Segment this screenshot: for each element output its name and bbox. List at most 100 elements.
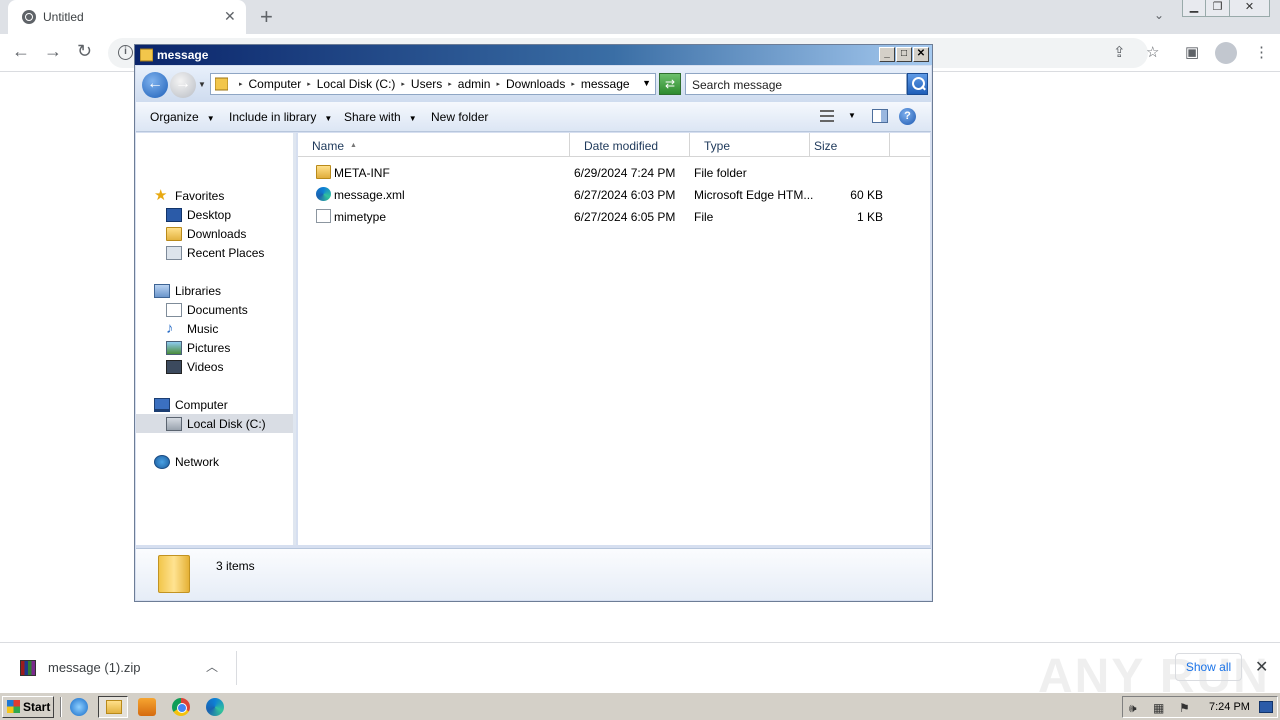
chevron-down-icon[interactable]: ▼ xyxy=(848,111,856,120)
refresh-icon[interactable]: ⇄ xyxy=(659,73,681,95)
close-icon[interactable]: ✕ xyxy=(1255,657,1268,677)
show-desktop-icon[interactable] xyxy=(1259,701,1273,713)
pictures-icon xyxy=(166,340,182,355)
profile-avatar-icon[interactable] xyxy=(1215,42,1237,64)
chevron-down-icon: ▼ xyxy=(206,114,215,123)
speaker-icon[interactable]: 🕪 xyxy=(1129,701,1137,716)
breadcrumb-admin[interactable]: admin xyxy=(458,77,491,91)
show-all-button[interactable]: Show all xyxy=(1175,653,1242,681)
new-folder-button[interactable]: New folder xyxy=(431,110,488,124)
reload-icon[interactable]: ↻ xyxy=(77,41,92,62)
nav-downloads[interactable]: Downloads xyxy=(136,224,293,243)
caption-buttons: _ □ ✕ xyxy=(879,47,929,62)
side-panel-icon[interactable]: ▣ xyxy=(1185,43,1199,61)
tab-close-icon[interactable]: ✕ xyxy=(224,8,236,25)
minimize-icon[interactable]: _ xyxy=(879,47,895,62)
nav-desktop[interactable]: Desktop xyxy=(136,205,293,224)
share-icon[interactable]: ⇪ xyxy=(1113,43,1126,61)
winrar-archive-icon xyxy=(20,660,36,676)
globe-icon xyxy=(22,10,36,24)
file-row[interactable]: message.xml 6/27/2024 6:03 PM Microsoft … xyxy=(298,183,930,205)
chevron-right-icon[interactable]: ▸ xyxy=(448,80,452,88)
column-type[interactable]: Type xyxy=(690,133,810,157)
explorer-titlebar[interactable]: message _ □ ✕ xyxy=(135,45,932,65)
file-row[interactable]: META-INF 6/29/2024 7:24 PM File folder xyxy=(298,161,930,183)
back-arrow-icon[interactable]: ← xyxy=(12,41,30,62)
forward-arrow-icon[interactable]: → xyxy=(44,41,62,62)
windows-explorer-taskbar-button[interactable] xyxy=(98,696,128,718)
minimize-icon[interactable]: ▁ xyxy=(1182,0,1206,17)
music-note-icon: ♪ xyxy=(166,319,174,337)
desktop-icon xyxy=(166,207,182,222)
history-dropdown-icon[interactable]: ▼ xyxy=(198,80,206,89)
nav-network[interactable]: Network xyxy=(136,452,293,471)
breadcrumb-message[interactable]: message xyxy=(581,77,630,91)
breadcrumb-local-disk[interactable]: Local Disk (C:) xyxy=(317,77,396,91)
column-date-modified[interactable]: Date modified xyxy=(570,133,690,157)
breadcrumb-computer[interactable]: Computer xyxy=(249,77,302,91)
nav-network-label: Network xyxy=(175,454,220,469)
back-arrow-icon[interactable]: ← xyxy=(142,72,168,98)
chevron-right-icon[interactable]: ▸ xyxy=(401,80,405,88)
include-in-library-button[interactable]: Include in library ▼ xyxy=(229,110,332,124)
start-button[interactable]: Start xyxy=(2,696,54,718)
nav-videos[interactable]: Videos xyxy=(136,357,293,376)
info-icon[interactable]: i xyxy=(118,45,133,60)
nav-documents[interactable]: Documents xyxy=(136,300,293,319)
chevron-right-icon[interactable]: ▸ xyxy=(239,80,243,88)
chevron-up-icon[interactable]: ︿ xyxy=(206,658,218,675)
chevron-down-icon[interactable]: ▼ xyxy=(642,78,651,88)
window-controls: ▁ ❐ ✕ xyxy=(1182,0,1270,18)
search-icon[interactable] xyxy=(907,73,928,95)
nav-favorites[interactable]: ★ Favorites xyxy=(136,186,293,205)
column-size[interactable]: Size xyxy=(810,133,890,157)
nav-pictures[interactable]: Pictures xyxy=(136,338,293,357)
chevron-down-icon[interactable]: ⌄ xyxy=(1154,8,1164,22)
search-input[interactable]: Search message xyxy=(685,73,907,95)
forward-arrow-icon[interactable]: → xyxy=(170,72,196,98)
download-filename[interactable]: message (1).zip xyxy=(48,660,140,675)
chevron-right-icon[interactable]: ▸ xyxy=(571,80,575,88)
share-with-button[interactable]: Share with ▼ xyxy=(344,110,417,124)
chrome-icon[interactable] xyxy=(172,698,190,716)
media-player-icon[interactable] xyxy=(138,698,156,716)
chevron-right-icon[interactable]: ▸ xyxy=(307,80,311,88)
nav-local-disk[interactable]: Local Disk (C:) xyxy=(136,414,293,433)
breadcrumb: ▸ Computer ▸ Local Disk (C:) ▸ Users ▸ a… xyxy=(233,77,630,91)
chevron-right-icon[interactable]: ▸ xyxy=(496,80,500,88)
organize-label: Organize xyxy=(150,110,199,124)
view-details-icon[interactable] xyxy=(820,110,834,122)
kebab-menu-icon[interactable]: ⋮ xyxy=(1254,43,1269,61)
nav-recent-places-label: Recent Places xyxy=(187,245,265,260)
clock[interactable]: 7:24 PM xyxy=(1209,701,1250,713)
file-date: 6/29/2024 7:24 PM xyxy=(574,166,676,180)
star-icon[interactable]: ☆ xyxy=(1146,43,1159,61)
help-icon[interactable]: ? xyxy=(899,108,916,125)
nav-libraries[interactable]: Libraries xyxy=(136,281,293,300)
nav-music[interactable]: ♪ Music xyxy=(136,319,293,338)
nav-recent-places[interactable]: Recent Places xyxy=(136,243,293,262)
maximize-icon[interactable]: □ xyxy=(896,47,912,62)
breadcrumb-users[interactable]: Users xyxy=(411,77,442,91)
tab-title: Untitled xyxy=(43,10,84,24)
divider xyxy=(60,697,62,717)
nav-computer[interactable]: Computer xyxy=(136,395,293,414)
file-row[interactable]: mimetype 6/27/2024 6:05 PM File 1 KB xyxy=(298,205,930,227)
browser-tab[interactable]: Untitled ✕ xyxy=(8,0,246,34)
nav-local-disk-label: Local Disk (C:) xyxy=(187,416,266,431)
column-name[interactable]: Name ▲ xyxy=(298,133,570,157)
breadcrumb-downloads[interactable]: Downloads xyxy=(506,77,565,91)
nav-desktop-label: Desktop xyxy=(187,207,232,222)
edge-icon[interactable] xyxy=(206,698,224,716)
preview-pane-icon[interactable] xyxy=(872,109,888,123)
explorer-address-bar[interactable]: ▸ Computer ▸ Local Disk (C:) ▸ Users ▸ a… xyxy=(210,73,656,95)
close-icon[interactable]: ✕ xyxy=(1230,0,1270,17)
restore-icon[interactable]: ❐ xyxy=(1206,0,1230,17)
internet-explorer-icon[interactable] xyxy=(70,698,88,716)
new-tab-button[interactable]: + xyxy=(260,4,273,30)
flag-icon[interactable]: ⚑ xyxy=(1179,701,1190,715)
start-label: Start xyxy=(23,700,51,714)
organize-button[interactable]: Organize ▼ xyxy=(150,110,215,124)
close-icon[interactable]: ✕ xyxy=(913,47,929,62)
network-icon[interactable]: ▦ xyxy=(1153,701,1164,715)
